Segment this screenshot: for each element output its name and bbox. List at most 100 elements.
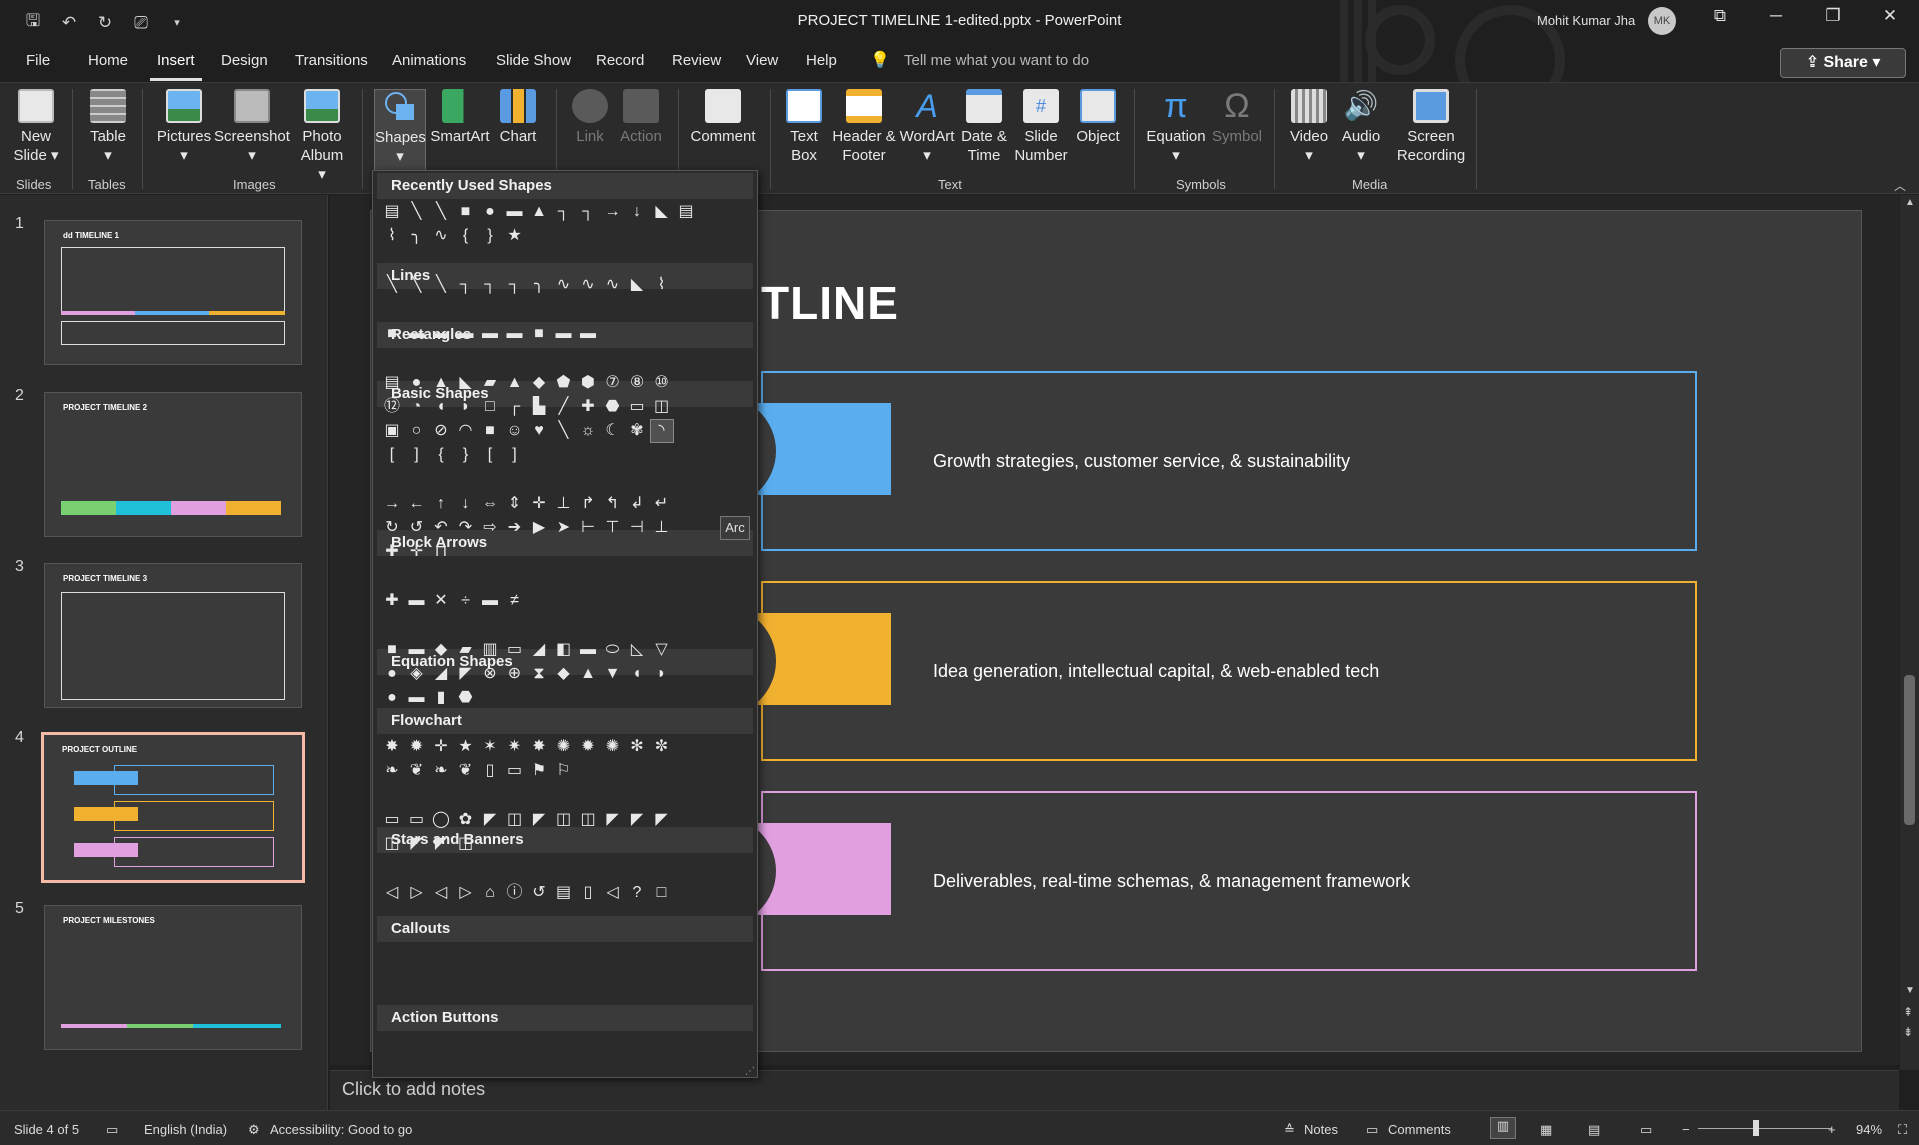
shape-option[interactable]: ↓ <box>455 493 477 515</box>
shape-option[interactable]: ▬ <box>479 323 501 345</box>
shape-option[interactable]: ▬ <box>479 590 501 612</box>
shape-option[interactable]: ▙ <box>528 396 550 418</box>
shape-option[interactable]: ▬ <box>406 687 428 709</box>
shapes-button[interactable]: Shapes ▾ <box>374 89 426 175</box>
shape-option[interactable]: ⬭ <box>602 639 624 661</box>
shape-option[interactable]: ✛ <box>430 736 452 758</box>
shape-option[interactable]: ≠ <box>504 590 526 612</box>
maximize-icon[interactable]: ❐ <box>1813 6 1853 26</box>
shape-option[interactable]: ☾ <box>602 420 624 442</box>
shape-option[interactable]: ⬟ <box>553 372 575 394</box>
comment-button[interactable]: Comment <box>688 89 758 146</box>
slide-thumbnail-4[interactable]: PROJECT OUTLINE <box>41 732 305 883</box>
shape-option[interactable]: ⊤ <box>602 517 624 539</box>
shape-option[interactable]: → <box>602 201 624 223</box>
tab-file[interactable]: File <box>22 52 54 69</box>
shape-option[interactable]: ◫ <box>504 809 526 831</box>
shape-option[interactable]: ▲ <box>504 372 526 394</box>
shape-option[interactable]: ■ <box>479 420 501 442</box>
header-footer-button[interactable]: Header & Footer <box>830 89 898 165</box>
shape-option[interactable]: ∿ <box>577 274 599 296</box>
shape-option[interactable]: ◤ <box>406 833 428 855</box>
item-text-1[interactable]: Growth strategies, customer service, & s… <box>933 451 1350 472</box>
shape-option[interactable]: ✚ <box>381 590 403 612</box>
shape-option[interactable]: ■ <box>381 323 403 345</box>
shape-option[interactable]: ] <box>406 444 428 466</box>
shape-option[interactable]: ◫ <box>651 396 673 418</box>
shape-option[interactable]: ■ <box>381 639 403 661</box>
shape-option[interactable]: ╲ <box>553 420 575 442</box>
shape-option[interactable]: ◣ <box>651 201 673 223</box>
shape-option[interactable]: ♥ <box>528 420 550 442</box>
shape-option[interactable]: ⊓ <box>430 541 452 563</box>
shape-option[interactable]: ⬢ <box>577 372 599 394</box>
shape-option[interactable]: ✸ <box>528 736 550 758</box>
tab-slide-show[interactable]: Slide Show <box>492 52 575 69</box>
screen-recording-button[interactable]: Screen Recording <box>1392 89 1470 165</box>
shape-option[interactable]: ▬ <box>406 590 428 612</box>
shape-option[interactable]: ▮ <box>430 687 452 709</box>
shape-option[interactable]: ◤ <box>455 663 477 685</box>
shape-option[interactable]: ▭ <box>626 396 648 418</box>
shape-option[interactable]: ✹ <box>406 736 428 758</box>
shape-option[interactable]: ╱ <box>553 396 575 418</box>
wordart-button[interactable]: A WordArt ▾ <box>898 89 956 165</box>
shape-option[interactable]: ▼ <box>602 663 624 685</box>
shape-option[interactable]: ✻ <box>626 736 648 758</box>
shape-option[interactable]: ? <box>626 882 648 904</box>
shape-option[interactable]: ■ <box>455 201 477 223</box>
ribbon-display-icon[interactable]: ⧉ <box>1700 6 1740 26</box>
shape-option[interactable]: ▲ <box>528 201 550 223</box>
slide-title[interactable]: TLINE <box>761 276 899 330</box>
shape-option[interactable]: ✹ <box>577 736 599 758</box>
shape-option[interactable]: ◫ <box>381 833 403 855</box>
share-button[interactable]: ⇪ Share ▾ <box>1780 48 1906 78</box>
shape-option[interactable]: ▭ <box>381 809 403 831</box>
shape-option[interactable]: ⇔ <box>479 493 501 515</box>
pictures-button[interactable]: Pictures ▾ <box>156 89 212 165</box>
equation-button[interactable]: π Equation ▾ <box>1144 89 1208 165</box>
shape-option[interactable]: ● <box>381 687 403 709</box>
minimize-icon[interactable]: ─ <box>1756 6 1796 26</box>
shape-option[interactable]: ╲ <box>381 274 403 296</box>
shape-option[interactable]: ↶ <box>430 517 452 539</box>
shape-option[interactable]: ✛ <box>406 541 428 563</box>
shape-option[interactable]: ▲ <box>577 663 599 685</box>
shape-option[interactable]: ⚑ <box>528 760 550 782</box>
tab-animations[interactable]: Animations <box>388 52 470 69</box>
shape-option[interactable]: ⇨ <box>479 517 501 539</box>
shape-option[interactable]: ● <box>406 372 428 394</box>
shape-option[interactable]: ∿ <box>430 225 452 247</box>
shape-option[interactable]: ◤ <box>528 809 550 831</box>
scroll-down-icon[interactable]: ▼ <box>1905 985 1915 996</box>
shape-option[interactable]: ] <box>504 444 526 466</box>
reading-view-icon[interactable]: ▤ <box>1588 1122 1600 1138</box>
shape-option[interactable]: ☺ <box>504 420 526 442</box>
shape-option[interactable]: ▷ <box>406 882 428 904</box>
screenshot-button[interactable]: Screenshot ▾ <box>214 89 290 165</box>
shape-option[interactable]: ✸ <box>381 736 403 758</box>
shape-option[interactable]: { <box>455 225 477 247</box>
shape-option[interactable]: ╲ <box>406 274 428 296</box>
shape-option[interactable]: ✚ <box>577 396 599 418</box>
shape-option[interactable]: ▲ <box>430 372 452 394</box>
shape-option[interactable]: ❦ <box>406 760 428 782</box>
item-text-2[interactable]: Idea generation, intellectual capital, &… <box>933 661 1379 682</box>
shape-option[interactable]: ◈ <box>406 663 428 685</box>
shape-option[interactable]: ∿ <box>553 274 575 296</box>
shape-option[interactable]: ❧ <box>381 760 403 782</box>
shape-option[interactable]: { <box>430 444 452 466</box>
shape-option[interactable]: ◁ <box>381 882 403 904</box>
shape-option[interactable]: ╲ <box>406 201 428 223</box>
shape-option[interactable]: ◗ <box>651 663 673 685</box>
shape-option[interactable]: } <box>479 225 501 247</box>
shape-option[interactable]: ⌇ <box>651 274 673 296</box>
shape-option[interactable]: ⊢ <box>577 517 599 539</box>
shape-option[interactable]: ➔ <box>504 517 526 539</box>
shape-option[interactable]: ⊗ <box>479 663 501 685</box>
zoom-slider-thumb[interactable] <box>1753 1120 1759 1136</box>
shape-option[interactable]: ┐ <box>577 201 599 223</box>
zoom-in-icon[interactable]: + <box>1828 1122 1836 1137</box>
tab-view[interactable]: View <box>742 52 782 69</box>
shape-option[interactable]: ▤ <box>381 201 403 223</box>
